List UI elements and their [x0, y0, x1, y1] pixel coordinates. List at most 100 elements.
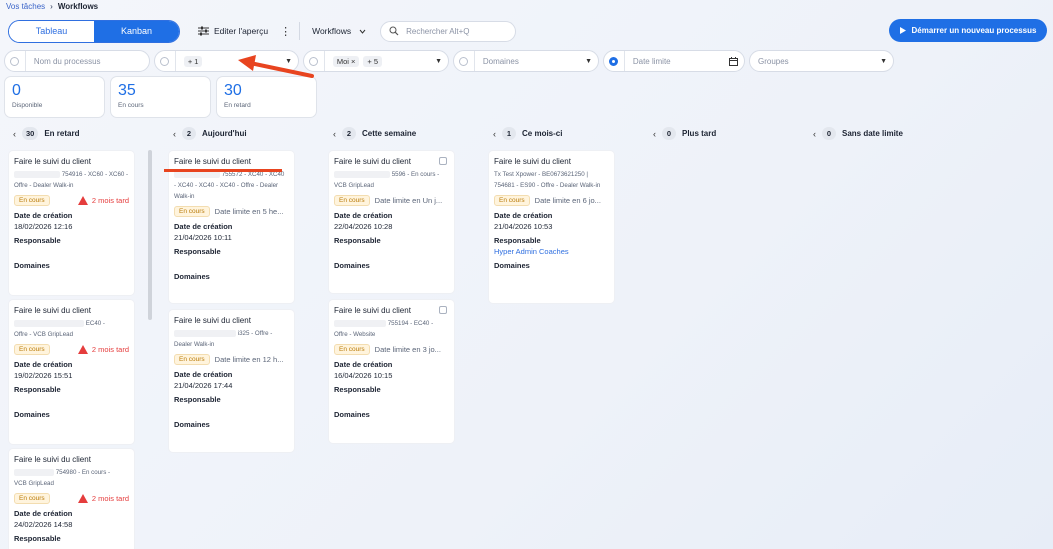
- calendar-icon[interactable]: [729, 56, 738, 66]
- card-subtitle: Tx Test Xpower - BE0673621250 |: [494, 171, 589, 178]
- card-subtitle: - XC40 - XC40 - XC40 - Offre - Dealer: [174, 182, 279, 189]
- date-creation-value: 21/04/2026 17:44: [174, 381, 233, 390]
- chip-remove-icon[interactable]: ×: [351, 57, 355, 66]
- warning-icon: [77, 196, 88, 205]
- card-checkbox[interactable]: [439, 157, 447, 165]
- status-badge: En cours: [14, 493, 50, 504]
- tab-kanban[interactable]: Kanban: [94, 20, 179, 42]
- filter-radio[interactable]: [454, 51, 475, 71]
- filter-moi-chip: Moi ×: [332, 55, 360, 67]
- column-header-ce-mois-ci[interactable]: ‹ 1 Ce mois-ci: [493, 127, 562, 140]
- workflows-dropdown[interactable]: Workflows: [312, 26, 366, 36]
- responsable-label: Responsable: [334, 385, 381, 394]
- stats-row: 0 Disponible 35 En cours 30 En retard: [4, 76, 317, 118]
- chevron-left-icon[interactable]: ‹: [13, 129, 16, 139]
- task-card[interactable]: Faire le suivi du client EC40 - Offre - …: [9, 300, 134, 444]
- card-title: Faire le suivi du client: [334, 157, 411, 166]
- date-creation-value: 18/02/2026 12:16: [14, 222, 73, 231]
- column-label: Aujourd'hui: [202, 129, 247, 138]
- chevron-left-icon[interactable]: ‹: [493, 129, 496, 139]
- responsable-value[interactable]: Hyper Admin Coaches: [494, 247, 609, 256]
- card-subtitle: 5596 - En cours -: [334, 169, 449, 180]
- late-indicator: 2 mois tard: [77, 345, 129, 354]
- date-creation-label: Date de création: [174, 370, 233, 379]
- card-title: Faire le suivi du client: [14, 157, 91, 166]
- breadcrumb-vos-taches[interactable]: Vos tâches: [6, 2, 45, 11]
- column-count: 2: [342, 127, 356, 140]
- chevron-left-icon[interactable]: ‹: [173, 129, 176, 139]
- column-label: En retard: [44, 129, 80, 138]
- filter-date-limite[interactable]: Date limite: [603, 50, 745, 72]
- toolbar: Tableau Kanban Editer l'aperçu ⋮ Workflo…: [8, 19, 1047, 43]
- filter-domaines[interactable]: Domaines ▼: [453, 50, 599, 72]
- view-toggle: Tableau Kanban: [8, 19, 180, 43]
- card-subtitle: VCB GripLead: [14, 480, 54, 487]
- card-subtitle: 755194 - EC40 -: [334, 318, 449, 329]
- filter-radio[interactable]: [155, 51, 176, 71]
- filter-groupes[interactable]: Groupes ▼: [749, 50, 894, 72]
- chevron-down-icon: ▼: [585, 57, 592, 65]
- late-indicator: 2 mois tard: [77, 196, 129, 205]
- column-count: 1: [502, 127, 516, 140]
- breadcrumb-separator: ›: [50, 2, 53, 11]
- filter-radio[interactable]: [604, 51, 625, 71]
- radio-icon: [160, 56, 170, 66]
- card-subtitle: VCB GripLead: [334, 182, 374, 189]
- column-label: Plus tard: [682, 129, 717, 138]
- stat-en-cours[interactable]: 35 En cours: [110, 76, 211, 118]
- late-indicator: 2 mois tard: [77, 494, 129, 503]
- search-icon: [389, 26, 399, 36]
- edit-view-button[interactable]: Editer l'aperçu: [198, 26, 268, 36]
- search-input[interactable]: Rechercher Alt+Q: [380, 20, 517, 42]
- filter-process-name[interactable]: Nom du processus: [4, 50, 150, 72]
- chevron-left-icon[interactable]: ‹: [653, 129, 656, 139]
- task-card[interactable]: Faire le suivi du client 754916 - XC60 -…: [9, 151, 134, 295]
- stat-disponible[interactable]: 0 Disponible: [4, 76, 105, 118]
- filter-radio[interactable]: [5, 51, 26, 71]
- date-creation-value: 21/04/2026 10:11: [174, 233, 232, 242]
- column-header-en-retard[interactable]: ‹ 30 En retard: [13, 127, 79, 140]
- responsable-label: Responsable: [14, 236, 61, 245]
- column-header-plus-tard[interactable]: ‹ 0 Plus tard: [653, 127, 716, 140]
- column-header-cette-semaine[interactable]: ‹ 2 Cette semaine: [333, 127, 416, 140]
- task-card[interactable]: Faire le suivi du client 755572 - XC40 -…: [169, 151, 294, 303]
- stat-en-retard[interactable]: 30 En retard: [216, 76, 317, 118]
- tab-tableau[interactable]: Tableau: [9, 20, 94, 42]
- filter-bar: Nom du processus + 1 ▼ Moi × + 5 ▼ Domain…: [4, 50, 894, 72]
- more-options-icon[interactable]: ⋮: [280, 25, 291, 38]
- task-card[interactable]: Faire le suivi du client 755194 - EC40 -…: [329, 300, 454, 443]
- domaines-label: Domaines: [174, 420, 210, 429]
- date-creation-label: Date de création: [14, 509, 73, 518]
- deadline-text: Date limite en Un j...: [374, 196, 443, 205]
- status-badge: En cours: [14, 344, 50, 355]
- column-count: 30: [22, 127, 39, 140]
- date-creation-value: 16/04/2026 10:15: [334, 371, 393, 380]
- task-card[interactable]: Faire le suivi du client 754980 - En cou…: [9, 449, 134, 549]
- chevron-left-icon[interactable]: ‹: [813, 129, 816, 139]
- card-subtitle: 754916 - XC60 - XC60 -: [14, 169, 129, 180]
- stat-number: 35: [118, 82, 136, 99]
- date-creation-label: Date de création: [14, 360, 73, 369]
- column-header-aujourdhui[interactable]: ‹ 2 Aujourd'hui: [173, 127, 247, 140]
- sliders-icon: [198, 26, 209, 36]
- play-icon: [899, 27, 906, 34]
- card-checkbox[interactable]: [439, 306, 447, 314]
- column-label: Ce mois-ci: [522, 129, 563, 138]
- responsable-label: Responsable: [14, 385, 61, 394]
- chevron-down-icon: ▼: [435, 57, 442, 65]
- chevron-left-icon[interactable]: ‹: [333, 129, 336, 139]
- column-header-sans-date-limite[interactable]: ‹ 0 Sans date limite: [813, 127, 903, 140]
- filter-process-name-placeholder: Nom du processus: [33, 56, 101, 66]
- scrollbar[interactable]: [148, 150, 152, 320]
- responsable-label: Responsable: [174, 247, 221, 256]
- card-subtitle: Offre - VCB GripLead: [14, 331, 74, 338]
- task-card[interactable]: Faire le suivi du client i325 - Offre - …: [169, 310, 294, 452]
- start-process-button[interactable]: Démarrer un nouveau processus: [889, 19, 1047, 42]
- filter-assignee[interactable]: Moi × + 5 ▼: [303, 50, 449, 72]
- domaines-label: Domaines: [14, 410, 50, 419]
- breadcrumb-current: Workflows: [57, 2, 99, 11]
- task-card[interactable]: Faire le suivi du client Tx Test Xpower …: [489, 151, 614, 303]
- task-card[interactable]: Faire le suivi du client 5596 - En cours…: [329, 151, 454, 293]
- card-subtitle: Offre - Website: [334, 331, 376, 338]
- column-label: Cette semaine: [362, 129, 417, 138]
